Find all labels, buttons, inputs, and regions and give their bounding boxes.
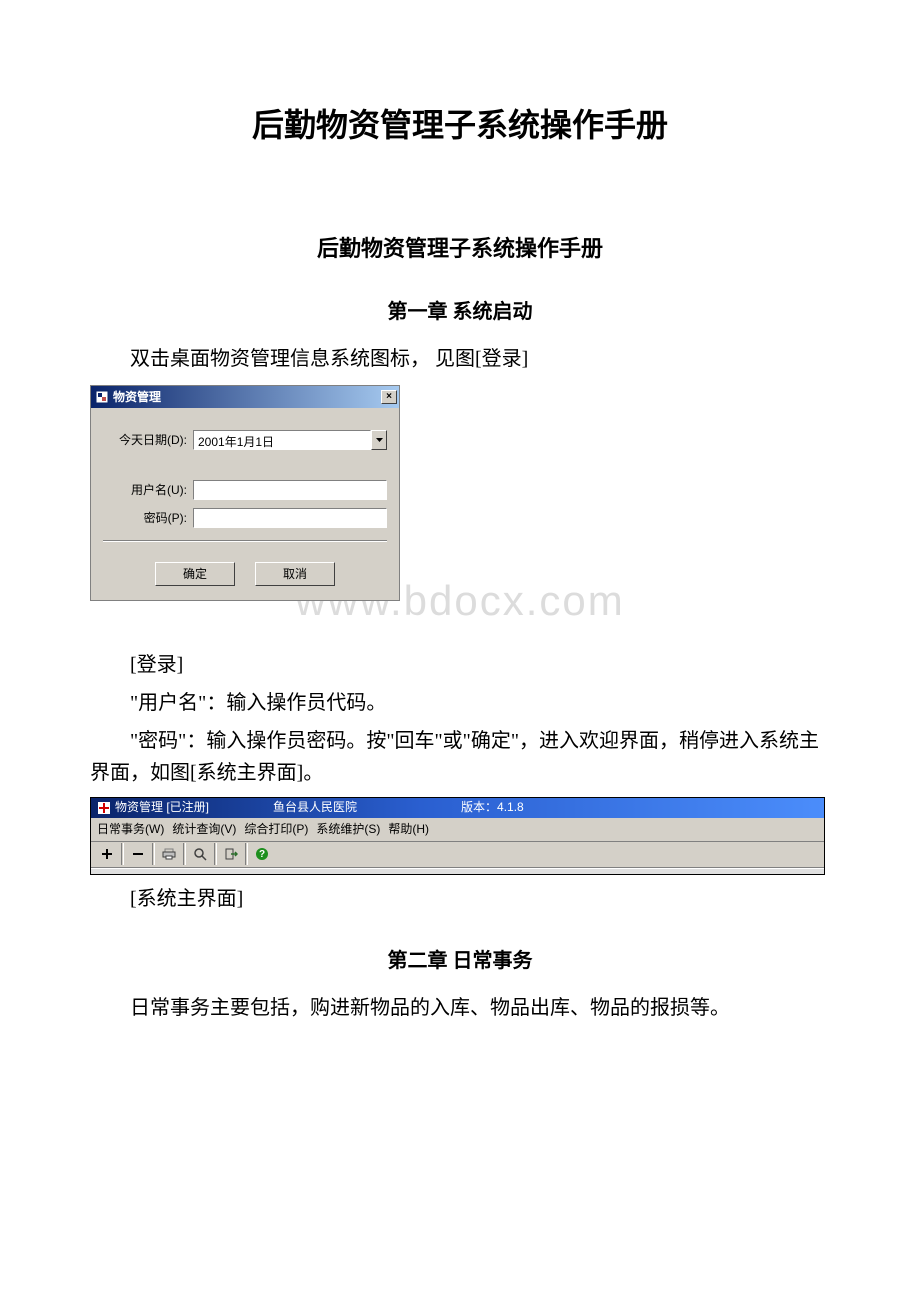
menu-help[interactable]: 帮助(H) xyxy=(388,820,429,839)
chapter2-heading: 第二章 日常事务 xyxy=(90,945,830,977)
minus-icon[interactable] xyxy=(126,843,150,865)
date-label: 今天日期(D): xyxy=(103,431,193,450)
menu-daily[interactable]: 日常事务(W) xyxy=(97,820,164,839)
title-version: 版本：4.1.8 xyxy=(461,798,524,817)
svg-text:?: ? xyxy=(259,849,265,860)
username-label: 用户名(U): xyxy=(103,481,193,500)
printer-icon[interactable] xyxy=(157,843,181,865)
toolbar-separator xyxy=(214,843,217,865)
login-pass-explain: "密码"：输入操作员密码。按"回车"或"确定"，进入欢迎界面，稍停进入系统主界面… xyxy=(90,725,830,789)
cancel-button[interactable]: 取消 xyxy=(255,562,335,586)
chapter1-intro: 双击桌面物资管理信息系统图标， 见图[登录] xyxy=(90,343,830,375)
plus-icon xyxy=(97,801,111,815)
password-label: 密码(P): xyxy=(103,509,193,528)
chevron-down-icon[interactable] xyxy=(371,430,387,450)
subtitle: 后勤物资管理子系统操作手册 xyxy=(90,231,830,266)
date-input[interactable]: 2001年1月1日 xyxy=(193,430,371,450)
client-area xyxy=(91,868,824,874)
exit-icon[interactable] xyxy=(219,843,243,865)
menu-print[interactable]: 综合打印(P) xyxy=(244,820,308,839)
toolbar-separator xyxy=(152,843,155,865)
plus-icon[interactable] xyxy=(95,843,119,865)
login-dialog: 物资管理 × 今天日期(D): 2001年1月1日 用户名(U): 密码(P):… xyxy=(90,385,400,601)
password-input[interactable] xyxy=(193,508,387,528)
menubar: 日常事务(W) 统计查询(V) 综合打印(P) 系统维护(S) 帮助(H) xyxy=(91,818,824,842)
toolbar: ? xyxy=(91,842,824,868)
page-title: 后勤物资管理子系统操作手册 xyxy=(90,100,830,151)
preview-icon[interactable] xyxy=(188,843,212,865)
login-caption: [登录] xyxy=(90,649,830,681)
toolbar-separator xyxy=(121,843,124,865)
app-icon xyxy=(95,390,109,404)
username-input[interactable] xyxy=(193,480,387,500)
close-icon[interactable]: × xyxy=(381,390,397,404)
login-titlebar[interactable]: 物资管理 × xyxy=(91,386,399,408)
login-title-text: 物资管理 xyxy=(113,388,381,407)
main-caption: [系统主界面] xyxy=(90,883,830,915)
login-user-explain: "用户名"：输入操作员代码。 xyxy=(90,687,830,719)
help-icon[interactable]: ? xyxy=(250,843,274,865)
chapter2-intro: 日常事务主要包括，购进新物品的入库、物品出库、物品的报损等。 xyxy=(90,992,830,1024)
title-org: 鱼台县人民医院 xyxy=(273,798,457,817)
title-app: 物资管理 [已注册] xyxy=(115,798,269,817)
toolbar-separator xyxy=(245,843,248,865)
main-window: 物资管理 [已注册] 鱼台县人民医院 版本：4.1.8 日常事务(W) 统计查询… xyxy=(90,797,825,875)
menu-stats[interactable]: 统计查询(V) xyxy=(172,820,236,839)
ok-button[interactable]: 确定 xyxy=(155,562,235,586)
main-titlebar[interactable]: 物资管理 [已注册] 鱼台县人民医院 版本：4.1.8 xyxy=(91,798,824,818)
menu-maint[interactable]: 系统维护(S) xyxy=(316,820,380,839)
chapter1-heading: 第一章 系统启动 xyxy=(90,296,830,328)
toolbar-separator xyxy=(183,843,186,865)
